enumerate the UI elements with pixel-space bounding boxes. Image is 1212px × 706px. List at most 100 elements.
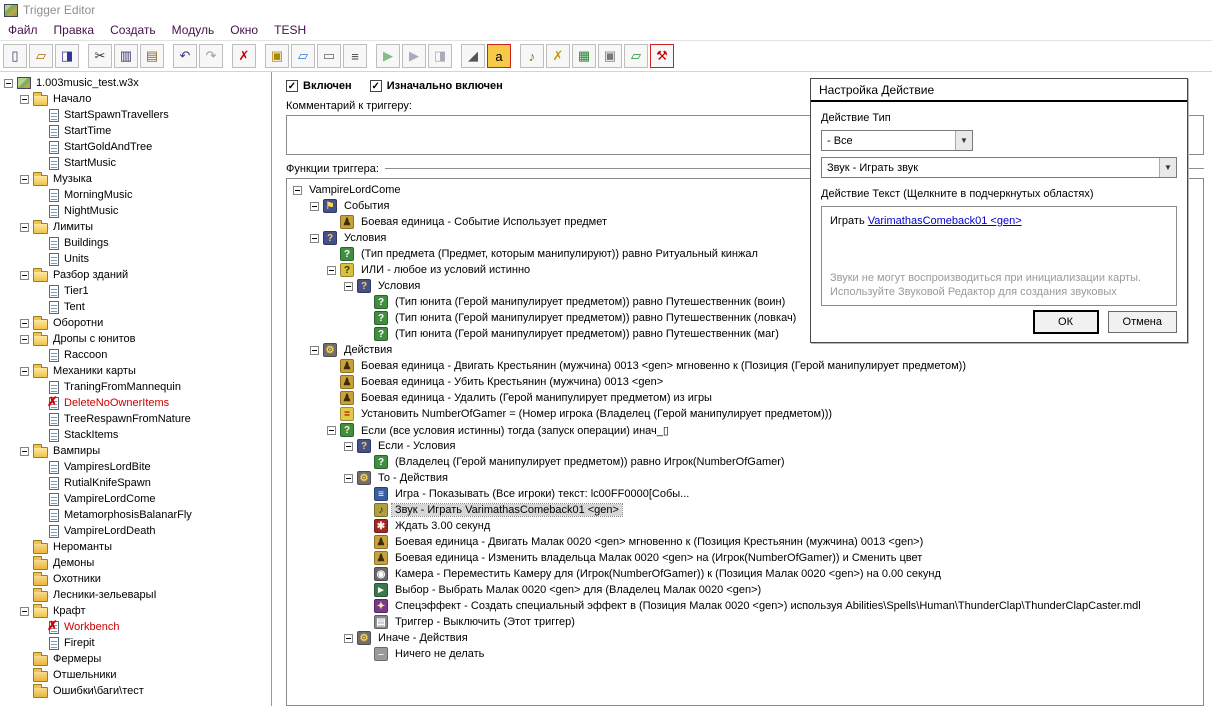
tree-category[interactable]: Вампиры (0, 443, 271, 459)
function-item[interactable]: Ждать 3.00 секунд (289, 518, 1203, 534)
tree-item[interactable]: StartSpawnTravellers (0, 107, 271, 123)
expand-toggle[interactable] (20, 446, 29, 456)
tree-item[interactable]: DeleteNoOwnerItems (0, 394, 271, 411)
tree-item[interactable]: StartTime (0, 123, 271, 139)
open-map-button[interactable]: ▱ (29, 44, 53, 68)
redo-button[interactable]: ↷ (199, 44, 223, 68)
function-item[interactable]: Установить NumberOfGamer = (Номер игрока… (289, 406, 1203, 422)
chevron-down-icon[interactable]: ▼ (1159, 158, 1176, 177)
function-item[interactable]: Боевая единица - Двигать Малак 0020 <gen… (289, 534, 1203, 550)
expand-toggle[interactable] (344, 633, 353, 643)
function-item[interactable]: Боевая единица - Удалить (Герой манипули… (289, 390, 1203, 406)
tree-item[interactable]: TraningFromMannequin (0, 379, 271, 395)
tree-item[interactable]: VampireLordCome (0, 491, 271, 507)
tree-category[interactable]: Демоны (0, 555, 271, 571)
cut-button[interactable]: ✂ (88, 44, 112, 68)
cancel-button[interactable]: Отмена (1107, 311, 1177, 333)
tree-category[interactable]: Лесники-зельеварыI (0, 587, 271, 603)
paste-button[interactable]: ▤ (140, 44, 164, 68)
tree-category[interactable]: Механики карты (0, 363, 271, 379)
action-filter-combobox[interactable]: - Все ▼ (821, 130, 973, 151)
function-item[interactable]: (Владелец (Герой манипулирует предметом)… (289, 454, 1203, 470)
tree-item[interactable]: StartGoldAndTree (0, 139, 271, 155)
tree-category[interactable]: Начало (0, 91, 271, 107)
panel-splitter[interactable] (272, 72, 282, 706)
new-trigger-button[interactable]: ▱ (291, 44, 315, 68)
tree-item[interactable]: StartMusic (0, 155, 271, 171)
enabled-checkbox[interactable]: ✓ (286, 80, 298, 92)
initially-on-checkbox[interactable]: ✓ (369, 80, 382, 92)
run-trigger-button[interactable]: ▶ (376, 44, 400, 68)
function-item[interactable]: Игра - Показывать (Все игроки) текст: lc… (289, 486, 1203, 502)
expand-toggle[interactable] (344, 473, 353, 483)
function-item[interactable]: Если (все условия истинны) тогда (запуск… (289, 422, 1203, 438)
chevron-down-icon[interactable]: ▼ (955, 131, 972, 150)
expand-toggle[interactable] (20, 222, 29, 232)
tesh-settings-button[interactable]: ⚒ (650, 44, 674, 68)
tree-item[interactable]: MetamorphosisBalanarFly (0, 507, 271, 523)
tree-category[interactable]: Разбор зданий (0, 267, 271, 283)
save-map-button[interactable]: ◨ (55, 44, 79, 68)
variables-button[interactable]: ✗ (546, 44, 570, 68)
tree-item[interactable]: Tent (0, 299, 271, 315)
function-item[interactable]: Если - Условия (289, 438, 1203, 454)
sound-name-link[interactable]: VarimathasComeback01 <gen> (868, 215, 1022, 227)
tree-category[interactable]: Музыка (0, 171, 271, 187)
menu-item-1[interactable]: Правка (46, 21, 103, 39)
test-map-button[interactable]: ▶ (402, 44, 426, 68)
expand-toggle[interactable] (20, 606, 29, 616)
expand-toggle[interactable] (310, 201, 319, 211)
menu-item-0[interactable]: Файл (0, 21, 46, 39)
menu-item-5[interactable]: TESH (266, 21, 314, 39)
function-item[interactable]: Спецэффект - Создать специальный эффект … (289, 598, 1203, 614)
function-item[interactable]: Звук - Играть VarimathasComeback01 <gen> (289, 502, 1203, 518)
tree-item[interactable]: StackItems (0, 427, 271, 443)
import-manager-button[interactable]: ▣ (598, 44, 622, 68)
copy-button[interactable]: ▥ (114, 44, 138, 68)
action-type-combobox[interactable]: Звук - Играть звук ▼ (821, 157, 1177, 178)
enabled-checkbox-label[interactable]: ✓ Включен (286, 80, 352, 92)
expand-toggle[interactable] (4, 78, 13, 88)
expand-toggle[interactable] (310, 233, 319, 243)
tree-category[interactable]: Нероманты (0, 539, 271, 555)
save-and-test-button[interactable]: ◨ (428, 44, 452, 68)
tree-category[interactable]: Лимиты (0, 219, 271, 235)
undo-button[interactable]: ↶ (173, 44, 197, 68)
initially-on-checkbox-label[interactable]: ✓ Изначально включен (369, 80, 503, 92)
delete-button[interactable]: ✗ (232, 44, 256, 68)
function-item[interactable]: То - Действия (289, 470, 1203, 486)
export-script-button[interactable]: ▱ (624, 44, 648, 68)
ok-button[interactable]: ОК (1033, 311, 1098, 333)
expand-toggle[interactable] (20, 94, 29, 104)
tree-category[interactable]: Отшельники (0, 667, 271, 683)
function-item[interactable]: Боевая единица - Двигать Крестьянин (муж… (289, 358, 1203, 374)
tree-item[interactable]: Firepit (0, 635, 271, 651)
tree-item[interactable]: NightMusic (0, 203, 271, 219)
expand-toggle[interactable] (20, 334, 29, 344)
new-map-button[interactable]: ▯ (3, 44, 27, 68)
expand-toggle[interactable] (344, 281, 353, 291)
expand-toggle[interactable] (293, 185, 302, 195)
function-item[interactable]: Иначе - Действия (289, 630, 1203, 646)
menu-item-2[interactable]: Создать (102, 21, 164, 39)
tree-item[interactable]: Raccoon (0, 347, 271, 363)
expand-toggle[interactable] (20, 366, 29, 376)
tree-item[interactable]: MorningMusic (0, 187, 271, 203)
function-item[interactable]: Боевая единица - Убить Крестьянин (мужчи… (289, 374, 1203, 390)
new-category-button[interactable]: ▣ (265, 44, 289, 68)
tree-item[interactable]: Workbench (0, 618, 271, 635)
function-item[interactable]: Выбор - Выбрать Малак 0020 <gen> для (Вл… (289, 582, 1203, 598)
expand-toggle[interactable] (344, 441, 353, 451)
tree-item[interactable]: Tier1 (0, 283, 271, 299)
new-comment-button[interactable]: ▭ (317, 44, 341, 68)
expand-toggle[interactable] (327, 265, 336, 275)
tree-category[interactable]: Оборотни (0, 315, 271, 331)
tree-item[interactable]: VampireLordDeath (0, 523, 271, 539)
menu-item-3[interactable]: Модуль (164, 21, 223, 39)
expand-toggle[interactable] (20, 270, 29, 280)
syntax-check-button[interactable]: ◢ (461, 44, 485, 68)
tree-category[interactable]: Крафт (0, 603, 271, 619)
tree-item[interactable]: VampiresLordBite (0, 459, 271, 475)
menu-item-4[interactable]: Окно (222, 21, 266, 39)
tree-item[interactable]: RutialKnifeSpawn (0, 475, 271, 491)
